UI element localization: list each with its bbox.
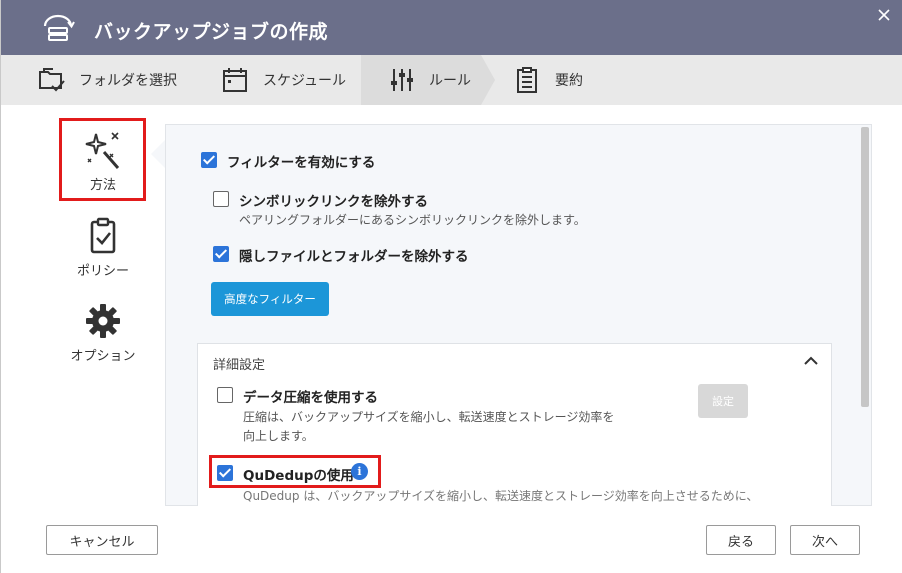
exclude-symlink-desc: ペアリングフォルダーにあるシンボリックリンクを除外します。 xyxy=(239,213,586,227)
cancel-button[interactable]: キャンセル xyxy=(46,525,158,555)
exclude-hidden-label: 隠しファイルとフォルダーを除外する xyxy=(239,249,469,265)
calendar-icon xyxy=(223,68,247,92)
folder-check-icon xyxy=(39,68,65,92)
backup-job-dialog: バックアップジョブの作成 フォルダを選択 スケジュール ルール 要約 方法 ポリ… xyxy=(0,0,902,573)
sliders-icon xyxy=(391,69,413,91)
panel-pointer xyxy=(151,140,165,168)
active-step-arrow xyxy=(481,55,495,105)
next-button[interactable]: 次へ xyxy=(790,525,860,555)
chevron-up-icon[interactable] xyxy=(803,355,819,367)
wizard-steps: フォルダを選択 スケジュール ルール 要約 xyxy=(1,55,902,105)
side-tab-options[interactable]: オプション xyxy=(61,301,145,364)
enable-filter-checkbox[interactable] xyxy=(201,152,217,168)
enable-filter-label: フィルターを有効にする xyxy=(227,155,376,171)
compress-settings-button[interactable]: 設定 xyxy=(698,384,748,418)
backup-app-icon xyxy=(43,14,75,41)
compress-checkbox[interactable] xyxy=(217,387,233,403)
clipboard-list-icon xyxy=(517,67,537,93)
title-bar: バックアップジョブの作成 xyxy=(1,0,902,55)
step-label: フォルダを選択 xyxy=(79,73,177,89)
advanced-settings-title: 詳細設定 xyxy=(213,358,266,373)
exclude-symlink-checkbox[interactable] xyxy=(213,191,229,207)
compress-desc-line1: 圧縮は、バックアップサイズを縮小し、転送速度とストレージ効率を xyxy=(243,410,615,424)
dialog-title: バックアップジョブの作成 xyxy=(94,21,329,43)
step-schedule[interactable]: スケジュール xyxy=(221,55,346,105)
side-tab-label: ポリシー xyxy=(76,264,129,279)
step-label: ルール xyxy=(429,73,471,89)
clipboard-check-icon xyxy=(90,217,116,254)
back-button[interactable]: 戻る xyxy=(706,525,776,555)
side-tab-label: オプション xyxy=(70,349,136,364)
side-tab-policy[interactable]: ポリシー xyxy=(61,216,145,279)
step-label: 要約 xyxy=(555,73,583,89)
step-select-folder[interactable]: フォルダを選択 xyxy=(37,55,177,105)
close-icon[interactable] xyxy=(877,8,891,22)
exclude-symlink-label: シンボリックリンクを除外する xyxy=(239,194,428,210)
step-summary[interactable]: 要約 xyxy=(513,55,583,105)
step-rules[interactable]: ルール xyxy=(361,55,481,105)
highlight-qudedup xyxy=(209,455,381,488)
qudedup-desc: QuDedup は、バックアップサイズを縮小し、転送速度とストレージ効率を向上さ… xyxy=(243,489,759,503)
highlight-method xyxy=(59,118,146,201)
advanced-filter-button[interactable]: 高度なフィルター xyxy=(211,282,329,316)
gear-icon xyxy=(86,304,120,338)
compress-label: データ圧縮を使用する xyxy=(243,390,378,406)
step-separator xyxy=(347,55,361,105)
compress-desc-line2: 向上します。 xyxy=(243,429,314,443)
step-label: スケジュール xyxy=(263,73,347,89)
panel-scrollbar[interactable] xyxy=(861,127,869,407)
exclude-hidden-checkbox[interactable] xyxy=(213,246,229,262)
